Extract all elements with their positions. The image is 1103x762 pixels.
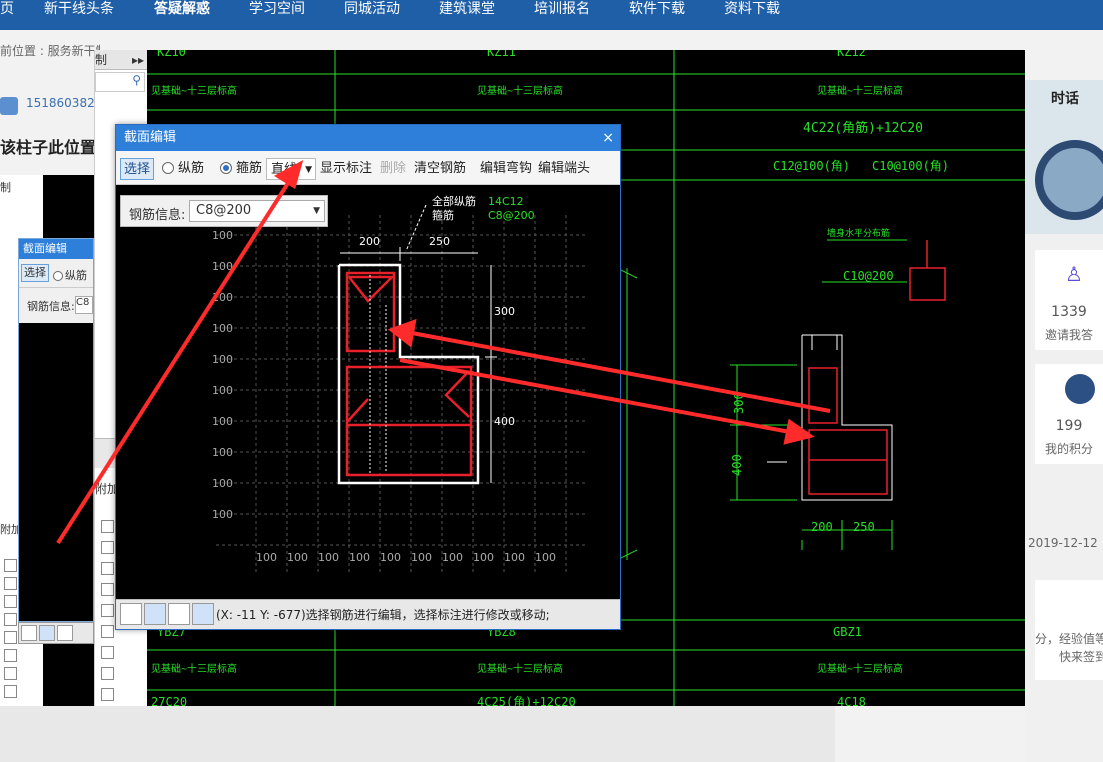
arrow-head-icon xyxy=(783,418,815,445)
annotation-arrow xyxy=(399,358,791,434)
annotation-overlay xyxy=(56,159,831,545)
arrow-head-icon xyxy=(387,318,417,348)
annotation-arrow xyxy=(56,178,292,545)
arrow-head-icon xyxy=(274,159,304,190)
